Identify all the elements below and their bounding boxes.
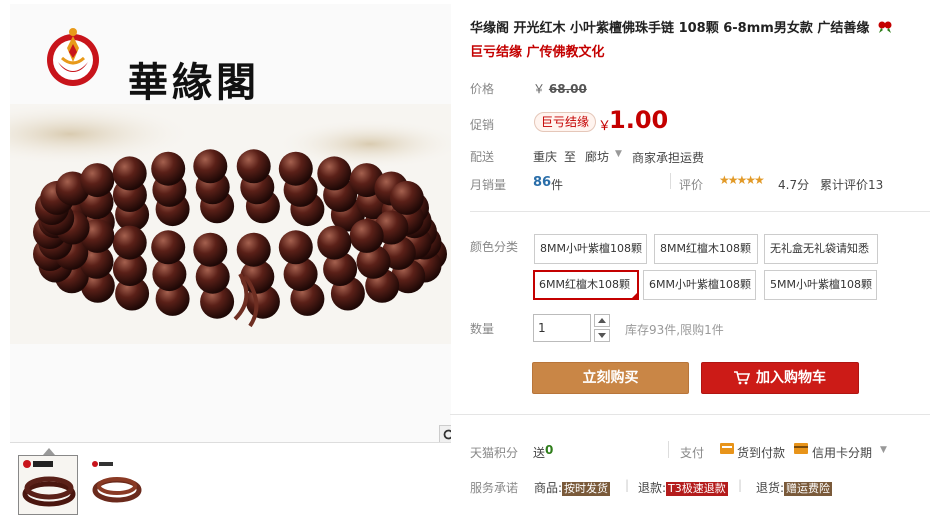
monthly-sales-label: 月销量 [470,178,507,192]
chevron-up-icon [598,318,606,323]
promo-price: 1.00 [609,106,669,134]
shipping-destination-select[interactable]: 廊坊 [585,148,609,165]
bead [317,156,352,191]
sku-option[interactable]: 6MM小叶紫檀108颗 [643,270,756,300]
lotus-logo-icon [47,28,99,86]
bead [389,180,424,215]
cash-on-delivery-icon [720,443,734,454]
sku-option[interactable]: 8MM红檀木108颗 [654,234,758,264]
points-send-text: 送 [533,446,546,460]
thumbnail-pointer-icon [43,448,55,455]
divider: | [738,478,743,492]
bead [193,232,228,267]
bead [236,232,271,267]
sku-option[interactable]: 5MM小叶紫檀108颗 [764,270,877,300]
credit-card-icon [794,443,808,454]
shipping-to-text: 至 [564,150,577,164]
add-to-cart-label: 加入购物车 [756,370,826,386]
quantity-increase-button[interactable] [594,314,610,327]
thumbnail-image [87,456,145,514]
chevron-down-icon[interactable]: ▼ [880,445,887,455]
product-photo [10,104,451,344]
bead [278,230,313,265]
service-prefix: 退款: [638,481,667,495]
brand-logo: 華緣閣 [38,22,278,106]
buy-now-button[interactable]: 立刻购买 [532,362,689,394]
sku-option-label: 6MM红檀木108颗 [539,278,630,291]
shipping-origin: 重庆 [533,150,558,164]
bead [193,149,228,184]
review-count-link[interactable]: 累计评价13 [820,176,883,193]
points-value: 0 [545,443,554,457]
service-promise-label: 服务承诺 [470,481,519,495]
star-rating-icon: ★★★★★ [719,173,765,187]
product-subtitle: 巨亏结缘 广传佛教文化 [470,45,605,60]
product-title-text: 华缘阁 开光红木 小叶紫檀佛珠手链 108颗 6-8mm男女款 广结善缘 [470,21,870,36]
bead [278,151,313,186]
chevron-down-icon [598,333,606,338]
promo-tag: 巨亏结缘 [534,112,597,132]
bead [112,156,147,191]
stock-info: 库存93件,限购1件 [625,323,724,337]
service-prefix: 退货: [756,481,785,495]
thumbnail-strip [10,442,451,522]
bead [236,149,271,184]
rating-score: 4.7分 [778,178,810,192]
bead [349,218,384,253]
price-label: 价格 [470,82,495,96]
bead [317,225,352,260]
bead [112,225,147,260]
sku-option-selected[interactable]: 6MM红檀木108颗 [533,270,639,300]
sku-option[interactable]: 8MM小叶紫檀108颗 [534,234,647,264]
thumbnail-2[interactable] [86,455,146,515]
thumbnail-1[interactable] [18,455,78,515]
service-item: 退货: 赠运费险 [756,479,833,496]
product-info-panel: 华缘阁 开光红木 小叶紫檀佛珠手链 108颗 6-8mm男女款 广结善缘 巨亏结… [450,0,930,526]
tmall-points-label: 天猫积分 [470,446,519,460]
cash-on-delivery-option[interactable]: 货到付款 [737,444,785,461]
original-price-value: 68.00 [548,82,587,96]
monthly-sales-unit: 件 [551,178,564,192]
bead [151,230,186,265]
service-tag[interactable]: 按时发货 [562,482,611,496]
service-item: 商品: 按时发货 [534,479,611,496]
credit-installment-option[interactable]: 信用卡分期 [812,444,872,461]
shipping-label: 配送 [470,150,495,164]
promo-label: 促销 [470,118,495,132]
quantity-label: 数量 [470,322,495,336]
divider: | [625,478,630,492]
zoom-button[interactable] [439,425,451,442]
yen-symbol: ￥ [533,82,546,96]
product-title: 华缘阁 开光红木 小叶紫檀佛珠手链 108颗 6-8mm男女款 广结善缘 [470,17,892,36]
divider [470,211,930,212]
selected-check-icon [630,291,639,300]
ribbon-icon [878,21,892,33]
divider [668,441,669,458]
service-item: 退款: T3极速退款 [638,479,728,496]
monthly-sales-count: 86 [533,175,552,190]
payment-label: 支付 [680,446,705,460]
cart-icon [734,371,751,385]
divider [670,173,671,189]
bead [80,163,115,198]
service-tag[interactable]: 赠运费险 [784,482,833,496]
magnifier-icon [443,429,451,440]
quantity-input[interactable] [533,314,591,342]
service-prefix: 商品: [534,481,563,495]
chevron-down-icon[interactable]: ▼ [615,149,622,159]
review-label: 评价 [679,178,704,192]
thumbnail-image [19,456,77,514]
brand-name: 華緣閣 [128,59,260,106]
bead [151,151,186,186]
shipping-fee: 商家承担运费 [632,151,705,165]
divider [450,414,930,415]
quantity-decrease-button[interactable] [594,329,610,342]
sku-option[interactable]: 无礼盒无礼袋请知悉 [764,234,878,264]
product-gallery: 華緣閣 [10,4,451,442]
color-category-label: 颜色分类 [470,240,519,254]
original-price: ￥ 68.00 [533,80,587,97]
add-to-cart-button[interactable]: 加入购物车 [701,362,859,394]
service-tag[interactable]: T3极速退款 [666,482,728,496]
